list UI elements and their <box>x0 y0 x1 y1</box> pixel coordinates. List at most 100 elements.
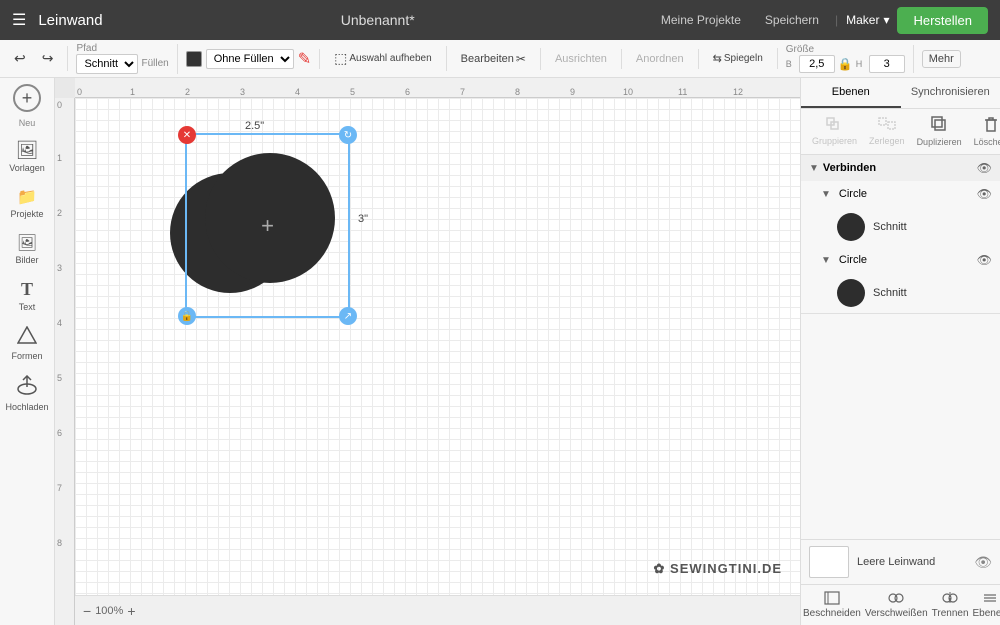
ruler-num-3: 3 <box>240 87 245 97</box>
handle-rotate[interactable]: ↻ <box>339 126 357 144</box>
edit-button[interactable]: Bearbeiten ✂ <box>455 48 532 70</box>
save-button[interactable]: Speichern <box>757 9 827 31</box>
toolbar-align: Ausrichten <box>549 49 622 69</box>
divider: | <box>835 13 838 27</box>
width-input[interactable] <box>799 55 835 73</box>
app-title: Leinwand <box>38 12 102 29</box>
selection-box: ✕ ↻ 🔒 ↗ + <box>185 133 350 318</box>
bottom-tab-beschneiden[interactable]: Beschneiden <box>801 585 863 625</box>
canvas-area[interactable]: 0 1 2 3 4 5 6 7 8 9 10 11 12 0 1 2 3 4 5 <box>55 78 800 625</box>
handle-lock[interactable]: 🔒 <box>178 307 196 325</box>
verbinden-header[interactable]: ▼ Verbinden 👁 <box>801 155 1000 181</box>
bottom-tab-ebenen[interactable]: Ebenen <box>971 585 1000 625</box>
ruler-left-6: 6 <box>57 428 62 438</box>
circle1-thumb <box>837 213 865 241</box>
more-button[interactable]: Mehr <box>922 50 961 68</box>
ungroup-button[interactable]: Zerlegen <box>864 114 910 149</box>
redo-button[interactable]: ↪ <box>36 46 60 71</box>
undo-button[interactable]: ↩ <box>8 46 32 71</box>
path-select[interactable]: Schnitt <box>76 54 138 74</box>
ebenen-icon <box>982 591 998 605</box>
fill-select[interactable]: Ohne Füllen <box>206 49 294 69</box>
left-sidebar: + Neu 🖼 Vorlagen 📁 Projekte 🖼 Bilder T T… <box>0 78 55 625</box>
sidebar-item-bilder[interactable]: 🖼 Bilder <box>3 227 51 271</box>
toolbar-arrange: Anordnen <box>630 49 699 69</box>
align-button[interactable]: Ausrichten <box>549 49 613 69</box>
sidebar-item-formen[interactable]: Formen <box>3 320 51 367</box>
height-input[interactable] <box>869 55 905 73</box>
bottom-tab-verschweissen[interactable]: Verschweißen <box>863 585 930 625</box>
circle2-item[interactable]: ▼ Circle 👁 <box>801 247 1000 273</box>
verbinden-eye[interactable]: 👁 <box>977 161 992 175</box>
ruler-left-4: 4 <box>57 318 62 328</box>
sidebar-item-text[interactable]: T Text <box>3 273 51 318</box>
bilder-label: Bilder <box>15 255 38 265</box>
circle1-sub-item[interactable]: Schnitt <box>801 207 1000 247</box>
handle-close[interactable]: ✕ <box>178 126 196 144</box>
path-label: Pfad <box>76 44 168 54</box>
top-actions: Meine Projekte Speichern | Maker ▾ Herst… <box>653 7 988 34</box>
sidebar-item-hochladen[interactable]: Hochladen <box>3 369 51 418</box>
ruler-left-2: 2 <box>57 208 62 218</box>
ruler-num-6: 6 <box>405 87 410 97</box>
grid-minor <box>75 98 800 595</box>
ruler-left-7: 7 <box>57 483 62 493</box>
circle1-eye[interactable]: 👁 <box>977 187 992 201</box>
mirror-button[interactable]: ⇆ Spiegeln <box>707 48 769 69</box>
zoom-in-button[interactable]: + <box>127 603 135 619</box>
projekte-icon: 📁 <box>17 187 37 207</box>
zoom-level: 100% <box>95 605 123 617</box>
herstellen-button[interactable]: Herstellen <box>897 7 988 34</box>
new-button[interactable]: + <box>13 84 41 112</box>
verbinden-chevron: ▼ <box>809 163 819 174</box>
ruler-num-5: 5 <box>350 87 355 97</box>
group-button[interactable]: Gruppieren <box>807 114 862 149</box>
duplicate-button[interactable]: Duplizieren <box>912 113 967 150</box>
ruler-num-8: 8 <box>515 87 520 97</box>
sidebar-item-projekte[interactable]: 📁 Projekte <box>3 181 51 225</box>
text-icon: T <box>21 279 33 300</box>
bottom-preview-eye[interactable]: 👁 <box>974 554 992 571</box>
doc-title: Unbenannt* <box>115 12 641 28</box>
menu-icon[interactable]: ☰ <box>12 10 26 30</box>
sidebar-item-vorlagen[interactable]: 🖼 Vorlagen <box>3 134 51 179</box>
projekte-label: Projekte <box>10 209 43 219</box>
ruler-left: 0 1 2 3 4 5 6 7 8 <box>55 98 75 625</box>
new-label: Neu <box>19 118 36 128</box>
toolbar: ↩ ↪ Pfad Schnitt Füllen Ohne Füllen ✎ ⬚ … <box>0 40 1000 78</box>
tab-ebenen[interactable]: Ebenen <box>801 78 901 108</box>
canvas-content[interactable]: ✕ ↻ 🔒 ↗ + 2.5" 3" ✿ SEWINGTINI.DE <box>75 98 800 595</box>
circle1-item[interactable]: ▼ Circle 👁 <box>801 181 1000 207</box>
hochladen-icon <box>17 375 37 400</box>
size-label: Größe <box>786 45 905 55</box>
bottom-preview-swatch <box>809 546 849 578</box>
toolbar-undo-redo: ↩ ↪ <box>8 46 68 71</box>
ruler-num-2: 2 <box>185 87 190 97</box>
toolbar-select: ⬚ Auswahl aufheben <box>328 46 447 71</box>
ruler-num-10: 10 <box>623 87 633 97</box>
my-projects-button[interactable]: Meine Projekte <box>653 9 749 31</box>
right-panel: Ebenen Synchronisieren Gruppieren Zerleg… <box>800 78 1000 625</box>
watermark: ✿ SEWINGTINI.DE <box>646 553 790 585</box>
delete-button[interactable]: Löschen <box>969 113 1000 150</box>
color-swatch[interactable] <box>186 51 202 67</box>
circle2-eye[interactable]: 👁 <box>977 253 992 267</box>
bottom-preview-row: Leere Leinwand 👁 <box>801 540 1000 584</box>
width-label: B <box>786 59 796 69</box>
verbinden-title: Verbinden <box>823 162 973 174</box>
maker-button[interactable]: Maker ▾ <box>846 13 889 27</box>
bottom-tab-trennen[interactable]: Trennen <box>930 585 971 625</box>
zoom-out-button[interactable]: − <box>83 603 91 619</box>
duplicate-icon <box>931 116 947 135</box>
panel-content: ▼ Verbinden 👁 ▼ Circle 👁 Schnitt ▼ <box>801 155 1000 539</box>
circle2-sub-item[interactable]: Schnitt <box>801 273 1000 313</box>
deselect-button[interactable]: ⬚ Auswahl aufheben <box>328 46 438 71</box>
arrange-button[interactable]: Anordnen <box>630 49 690 69</box>
formen-icon <box>17 326 37 349</box>
beschneiden-icon <box>824 591 840 605</box>
ruler-left-0: 0 <box>57 100 62 110</box>
verbinden-section: ▼ Verbinden 👁 ▼ Circle 👁 Schnitt ▼ <box>801 155 1000 314</box>
tab-synchronisieren[interactable]: Synchronisieren <box>901 78 1000 108</box>
center-move-handle[interactable]: + <box>261 213 274 239</box>
handle-resize[interactable]: ↗ <box>339 307 357 325</box>
